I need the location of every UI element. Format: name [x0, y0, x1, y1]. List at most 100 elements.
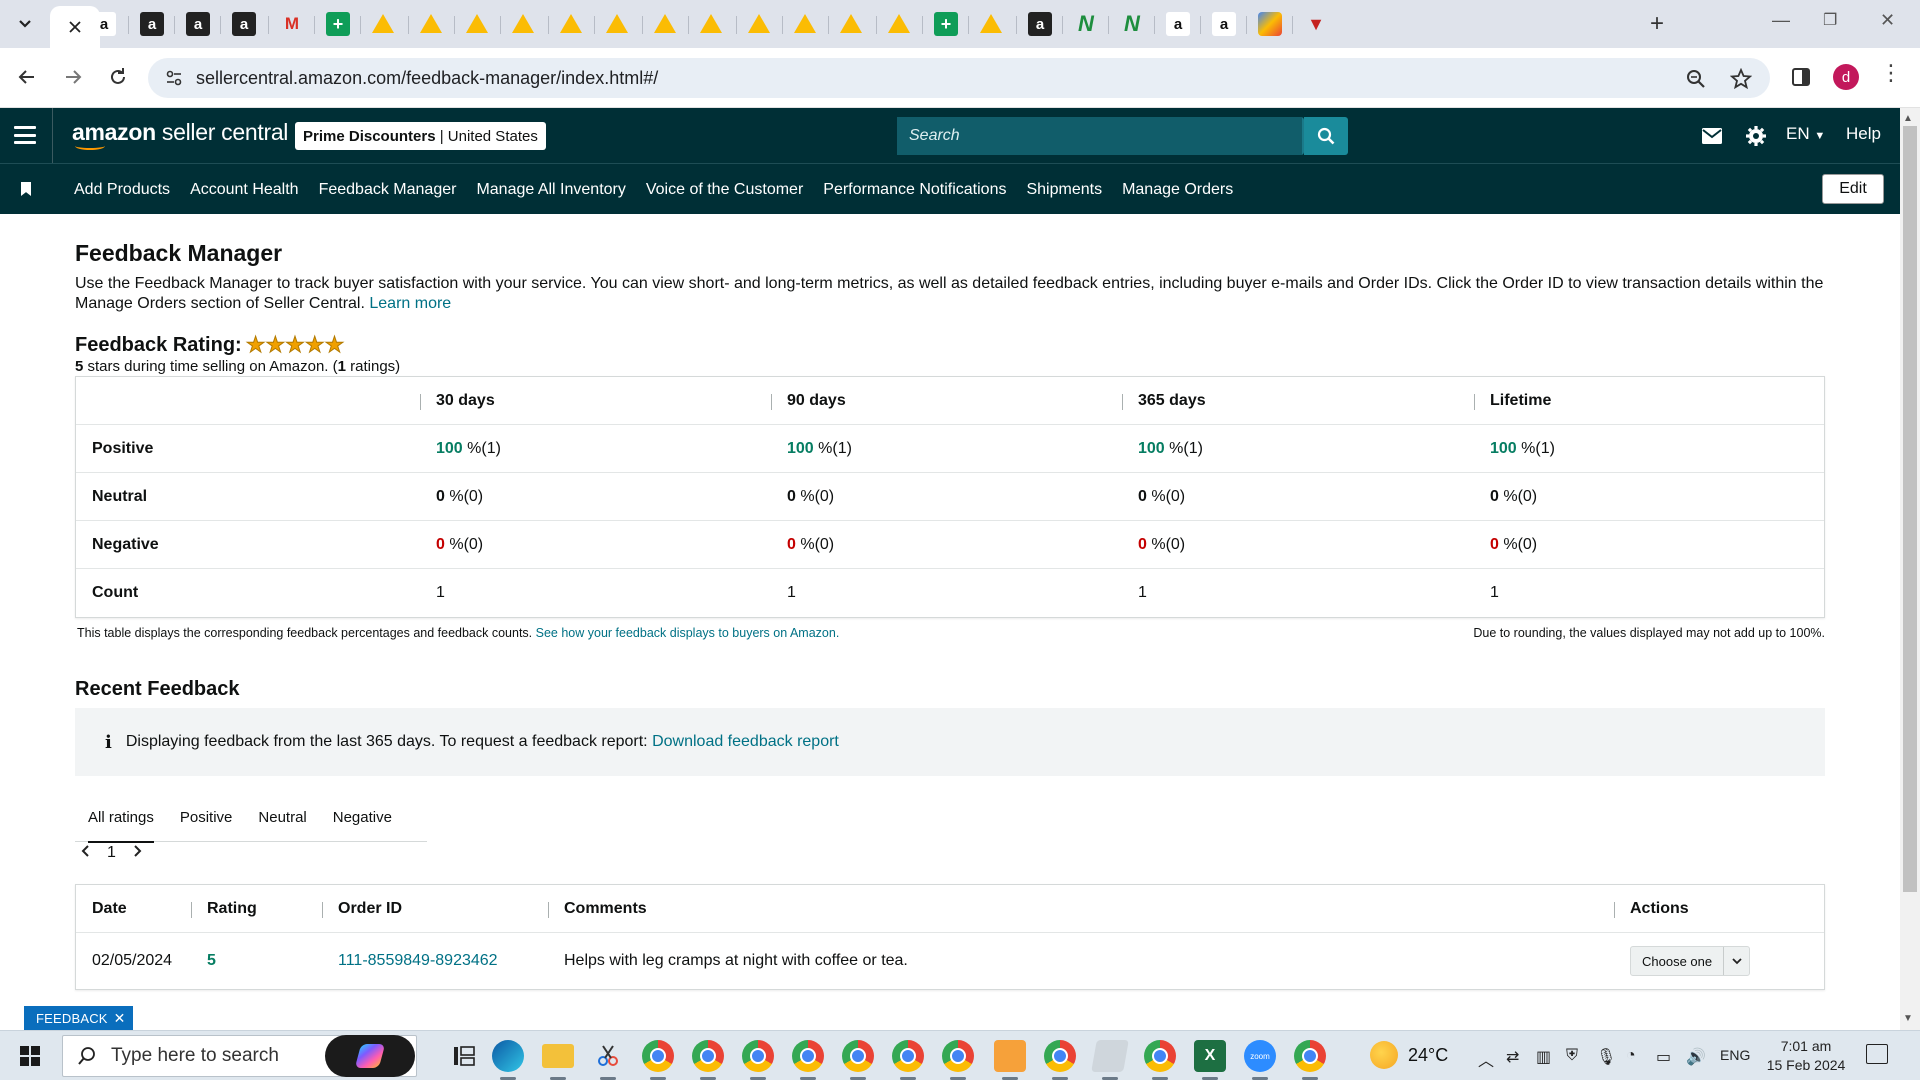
system-clock[interactable]: 7:01 am 15 Feb 2024 [1766, 1037, 1846, 1075]
next-page-icon[interactable] [132, 844, 142, 862]
security-shield-icon[interactable]: ⛨ [1566, 1047, 1578, 1065]
back-icon[interactable] [12, 62, 42, 92]
nav-item-shipments[interactable]: Shipments [1026, 181, 1102, 199]
bookmark-icon[interactable] [21, 182, 31, 196]
buyer-display-link[interactable]: See how your feedback displays to buyers… [536, 626, 840, 640]
audio-levels-icon[interactable]: ▥ [1536, 1047, 1551, 1067]
tab-neutral[interactable]: Neutral [245, 794, 319, 842]
file-explorer-icon[interactable] [542, 1044, 574, 1068]
drive-favicon-icon[interactable] [840, 14, 862, 33]
zoom-icon[interactable]: zoom [1244, 1040, 1276, 1072]
volume-icon[interactable]: 🔊 [1686, 1047, 1706, 1067]
bookmark-star-icon[interactable] [1730, 68, 1752, 90]
drive-favicon-icon[interactable] [606, 14, 628, 33]
microphone-icon[interactable]: 🎙 [1596, 1047, 1616, 1067]
green-app-favicon-icon[interactable]: N [1120, 11, 1144, 36]
chrome-icon[interactable] [892, 1040, 924, 1072]
chrome-icon[interactable] [792, 1040, 824, 1072]
nav-item-manage-all-inventory[interactable]: Manage All Inventory [476, 181, 625, 199]
window-close-icon[interactable]: ✕ [1880, 10, 1895, 31]
show-hidden-icons-icon[interactable]: ︿ [1478, 1047, 1494, 1071]
language-selector[interactable]: EN ▼ [1786, 124, 1825, 144]
minimize-icon[interactable]: — [1772, 10, 1790, 31]
scroll-down-arrow-icon[interactable]: ▼ [1903, 1013, 1913, 1024]
drive-favicon-icon[interactable] [748, 14, 770, 33]
sheets-favicon-icon[interactable]: + [934, 12, 958, 36]
search-button[interactable] [1304, 117, 1348, 155]
green-app-favicon-icon[interactable]: N [1074, 11, 1098, 36]
forward-icon[interactable] [58, 62, 88, 92]
profile-avatar[interactable]: d [1833, 64, 1859, 90]
copilot-button[interactable] [325, 1035, 415, 1077]
nav-item-performance-notifications[interactable]: Performance Notifications [823, 181, 1006, 199]
chrome-icon[interactable] [742, 1040, 774, 1072]
edge-icon[interactable] [492, 1040, 524, 1072]
edit-nav-button[interactable]: Edit [1822, 174, 1884, 204]
nav-item-account-health[interactable]: Account Health [190, 181, 299, 199]
drive-favicon-icon[interactable] [888, 14, 910, 33]
feedback-close-icon[interactable]: ✕ [114, 1010, 126, 1027]
chrome-icon[interactable] [842, 1040, 874, 1072]
drive-favicon-icon[interactable] [560, 14, 582, 33]
settings-gear-icon[interactable] [1744, 124, 1768, 148]
notifications-icon[interactable] [1866, 1044, 1888, 1064]
chrome-icon[interactable] [1044, 1040, 1076, 1072]
amazon-favicon-icon[interactable]: a [1212, 12, 1236, 36]
side-panel-icon[interactable] [1786, 62, 1816, 92]
drive-favicon-icon[interactable] [372, 14, 394, 33]
amazon-favicon-icon[interactable]: a [186, 12, 210, 36]
chevron-down-icon[interactable] [1724, 957, 1749, 965]
col-rating[interactable]: Rating [191, 900, 322, 918]
new-tab-button[interactable]: + [1650, 10, 1664, 38]
drive-favicon-icon[interactable] [512, 14, 534, 33]
choose-action-dropdown[interactable]: Choose one [1630, 946, 1750, 976]
reload-icon[interactable] [103, 62, 133, 92]
download-report-link[interactable]: Download feedback report [652, 733, 839, 751]
drive-favicon-icon[interactable] [654, 14, 676, 33]
nav-item-voice-of-the-customer[interactable]: Voice of the Customer [646, 181, 803, 199]
network-transfer-icon[interactable]: ⇄ [1506, 1047, 1519, 1067]
amazon-favicon-icon[interactable]: a [140, 12, 164, 36]
input-language[interactable]: ENG [1720, 1047, 1750, 1063]
chrome-icon[interactable] [642, 1040, 674, 1072]
order-id-link[interactable]: 111-8559849-8923462 [322, 952, 548, 970]
tab-negative[interactable]: Negative [320, 794, 405, 842]
nav-item-feedback-manager[interactable]: Feedback Manager [319, 181, 457, 199]
drive-favicon-icon[interactable] [466, 14, 488, 33]
scrollbar-thumb[interactable] [1903, 126, 1917, 892]
prev-page-icon[interactable] [81, 844, 91, 862]
current-page[interactable]: 1 [107, 844, 116, 862]
notes-icon[interactable] [1091, 1040, 1129, 1072]
amazon-favicon-icon[interactable]: a [92, 12, 116, 36]
browser-menu-icon[interactable]: ⋮ [1880, 60, 1902, 86]
chrome-icon[interactable] [1294, 1040, 1326, 1072]
zoom-icon[interactable] [1686, 69, 1706, 89]
tab-all-ratings[interactable]: All ratings [75, 794, 167, 843]
amazon-favicon-icon[interactable]: a [232, 12, 256, 36]
nav-item-add-products[interactable]: Add Products [74, 181, 170, 199]
drive-favicon-icon[interactable] [980, 14, 1002, 33]
excel-icon[interactable]: X [1194, 1040, 1226, 1072]
tab-positive[interactable]: Positive [167, 794, 246, 842]
weather-widget[interactable]: 24°C [1370, 1041, 1448, 1069]
drive-favicon-icon[interactable] [700, 14, 722, 33]
help-link[interactable]: Help [1846, 124, 1881, 144]
nav-item-manage-orders[interactable]: Manage Orders [1122, 181, 1233, 199]
sheets-favicon-icon[interactable]: + [326, 12, 350, 36]
chrome-icon[interactable] [692, 1040, 724, 1072]
task-view-icon[interactable] [448, 1040, 480, 1072]
wifi-icon[interactable]: ◔ [1626, 1047, 1636, 1065]
drive-favicon-icon[interactable] [794, 14, 816, 33]
col-date[interactable]: Date [76, 900, 191, 918]
store-selector[interactable]: Prime Discounters | United States [295, 122, 546, 150]
scroll-up-arrow-icon[interactable]: ▲ [1903, 113, 1913, 124]
address-bar[interactable]: sellercentral.amazon.com/feedback-manage… [148, 58, 1770, 98]
amazon-favicon-icon[interactable]: a [1028, 12, 1052, 36]
battery-icon[interactable]: ▭ [1656, 1047, 1671, 1067]
amazon-favicon-icon[interactable]: a [1166, 12, 1190, 36]
search-input[interactable] [897, 117, 1302, 155]
col-order-id[interactable]: Order ID [322, 900, 548, 918]
restore-icon[interactable]: ❐ [1823, 10, 1837, 30]
feedback-widget-tab[interactable]: FEEDBACK ✕ [24, 1006, 133, 1030]
snipping-tool-icon[interactable] [592, 1040, 624, 1072]
